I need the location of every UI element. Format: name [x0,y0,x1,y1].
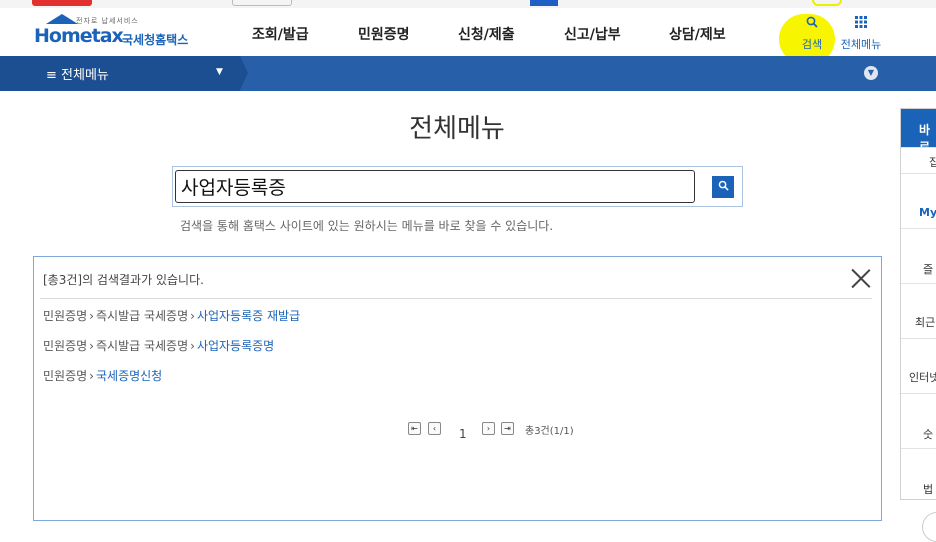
menu-search-button[interactable] [712,176,734,198]
quick-menu-head: 바로 [901,109,936,154]
header-search-button[interactable]: 검색 [794,16,830,56]
quick-menu-panel: 바로 집 My 즐 최근 인터넷 숫 법 [900,108,936,500]
nav-item-consult[interactable]: 상담/제보 [669,24,726,44]
hometax-logo[interactable]: 전자로 납세서비스 Hometax 국세청홈택스 [34,14,204,52]
results-summary: [총3건]의 검색결과가 있습니다. [43,273,204,287]
menu-search-input[interactable] [175,170,695,203]
chevron-right-icon: › [190,309,195,323]
breadcrumb-current-segment [0,56,240,91]
page-total: 총3건(1/1) [525,426,574,437]
result-link[interactable]: 국세증명신청 [96,369,162,383]
quick-item[interactable]: 집 [901,147,936,173]
header-allmenu-label: 전체메뉴 [840,38,882,51]
search-icon [794,16,830,32]
logo-roof-icon [46,14,78,24]
logo-wordmark: Hometax [34,25,124,47]
result-link[interactable]: 사업자등록증 재발급 [197,309,300,323]
quick-item[interactable]: 인터넷 [901,338,936,393]
breadcrumb-allmenu[interactable]: ≡ 전체메뉴 [46,64,109,83]
header-allmenu-button[interactable]: 전체메뉴 [838,16,884,56]
result-path: 즉시발급 국세증명 [95,339,189,353]
chevron-down-icon[interactable]: ▼ [216,67,223,77]
quick-item[interactable]: 숫 [901,393,936,448]
result-path: 민원증명 [43,339,88,353]
quick-item[interactable]: My [901,173,936,228]
nav-item-inquiry[interactable]: 조회/발급 [252,24,309,44]
breadcrumb-bar: ≡ 전체메뉴 ▼ ▼ [0,56,936,91]
search-results-panel: [총3건]의 검색결과가 있습니다. 민원증명 › 즉시발급 국세증명 › 사업자등록증… [33,256,882,521]
chevron-right-icon: › [89,369,94,383]
chevron-right-icon: › [190,339,195,353]
breadcrumb-arrow [240,56,248,90]
top-strip [0,0,936,8]
expand-toggle-icon[interactable]: ▼ [864,66,878,80]
logo-korean: 국세청홈택스 [122,33,189,47]
site-header: 전자로 납세서비스 Hometax 국세청홈택스 조회/발급 민원증명 신청/제… [0,8,936,64]
result-link[interactable]: 사업자등록증명 [197,339,274,353]
result-row: 민원증명 › 즉시발급 국세증명 › 사업자등록증명 [43,337,274,354]
top-yellow-mark [812,0,842,6]
close-icon[interactable] [850,267,872,289]
grid-icon [838,16,884,32]
result-row: 민원증명 › 국세증명신청 [43,367,162,384]
scroll-top-button[interactable] [922,512,936,542]
top-blue-badge[interactable] [530,0,558,6]
results-divider [40,298,872,299]
first-page-icon[interactable]: ⇤ [408,422,421,435]
prev-page-icon[interactable]: ‹ [428,422,441,435]
quick-item[interactable]: 법 [901,448,936,499]
result-path: 즉시발급 국세증명 [95,309,189,323]
top-grey-button[interactable] [232,0,292,6]
page-title: 전체메뉴 [409,114,505,144]
chevron-right-icon: › [89,309,94,323]
nav-item-application[interactable]: 신청/제출 [458,24,515,44]
top-red-badge[interactable] [32,0,92,6]
quick-item[interactable]: 즐 [901,228,936,283]
header-search-label: 검색 [801,38,823,51]
chevron-right-icon: › [89,339,94,353]
last-page-icon[interactable]: ⇥ [501,422,514,435]
nav-item-report[interactable]: 신고/납부 [564,24,621,44]
current-page[interactable]: 1 [459,427,467,441]
result-path: 민원증명 [43,309,88,323]
quick-item[interactable]: 최근 [901,283,936,338]
result-row: 민원증명 › 즉시발급 국세증명 › 사업자등록증 재발급 [43,307,300,324]
menu-search-box [172,166,743,207]
nav-item-certificate[interactable]: 민원증명 [358,24,410,44]
search-help-text: 검색을 통해 홈택스 사이트에 있는 원하시는 메뉴를 바로 찾을 수 있습니다… [180,219,554,233]
next-page-icon[interactable]: › [482,422,495,435]
result-path: 민원증명 [43,369,88,383]
